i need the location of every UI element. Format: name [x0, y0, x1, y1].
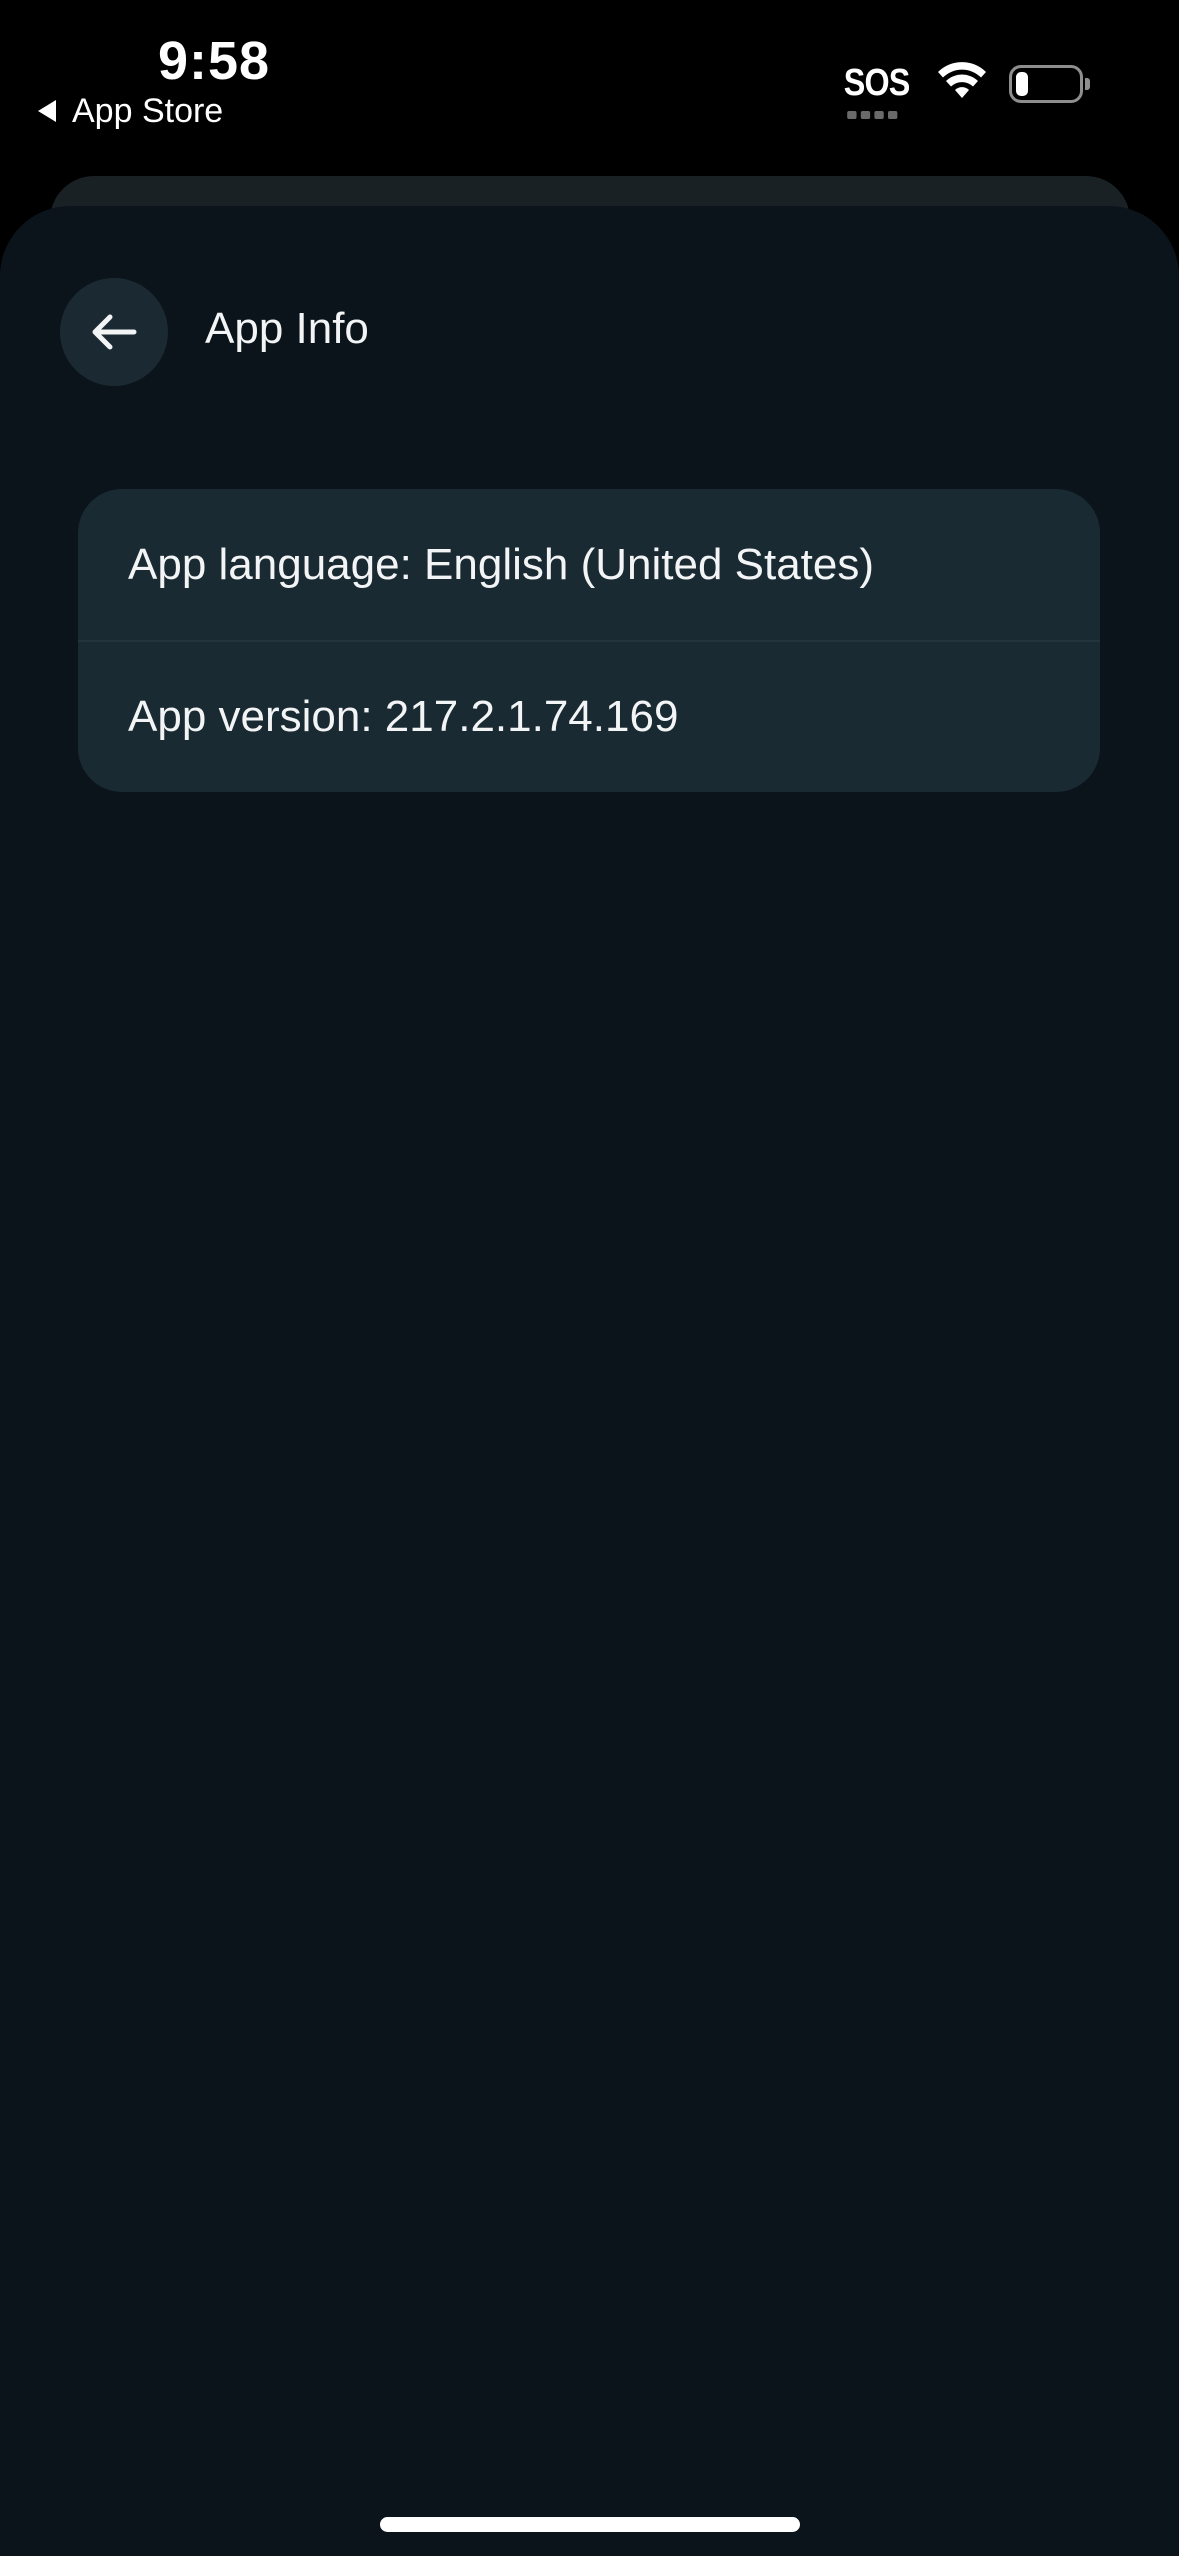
sos-indicator: SOS — [843, 62, 911, 119]
back-app-label: App Store — [72, 91, 224, 130]
screen: 9:58 App Store SOS App Info App language… — [0, 0, 1179, 2556]
wifi-icon — [937, 62, 987, 105]
sos-label: SOS — [843, 62, 911, 104]
battery-icon — [1009, 64, 1090, 103]
status-indicators: SOS — [838, 62, 1090, 119]
page-title: App Info — [205, 304, 369, 353]
battery-level — [1016, 71, 1028, 96]
back-triangle-icon — [38, 100, 56, 122]
home-indicator[interactable] — [380, 2517, 800, 2532]
info-card: App language: English (United States) Ap… — [78, 489, 1100, 792]
back-to-app-store-link[interactable]: App Store — [38, 88, 223, 134]
status-time: 9:58 — [158, 31, 271, 91]
signal-dots-icon — [846, 111, 898, 119]
arrow-left-icon — [92, 314, 137, 350]
back-button[interactable] — [60, 278, 168, 386]
app-language-row: App language: English (United States) — [128, 539, 875, 589]
app-info-sheet: App Info App language: English (United S… — [0, 206, 1179, 2556]
app-version-row: App version: 217.2.1.74.169 — [78, 640, 1100, 791]
